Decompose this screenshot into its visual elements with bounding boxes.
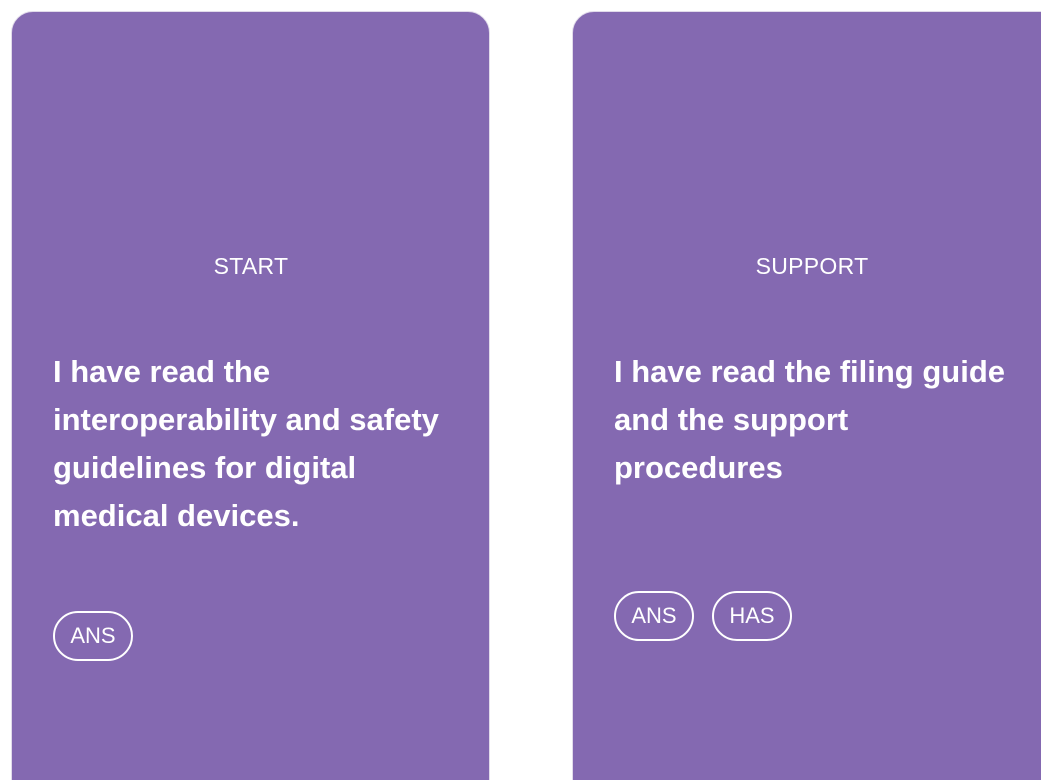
- card-tag-list: ANS: [53, 611, 133, 661]
- card-statement-text: I have read the filing guide and the sup…: [614, 354, 1006, 485]
- statement-card-support[interactable]: SUPPORT I have read the filing guide and…: [572, 11, 1041, 780]
- card-category-label: SUPPORT: [755, 253, 869, 279]
- tag-has: HAS: [712, 591, 792, 641]
- card-tag-list: ANS HAS: [614, 591, 792, 641]
- card-stage: START I have read the interoperability a…: [0, 0, 1041, 780]
- tag-ans: ANS: [53, 611, 133, 661]
- card-category-label: START: [213, 253, 289, 279]
- statement-card-start[interactable]: START I have read the interoperability a…: [11, 11, 490, 780]
- tag-ans: ANS: [614, 591, 694, 641]
- card-statement-text: I have read the interoperability and saf…: [53, 354, 439, 533]
